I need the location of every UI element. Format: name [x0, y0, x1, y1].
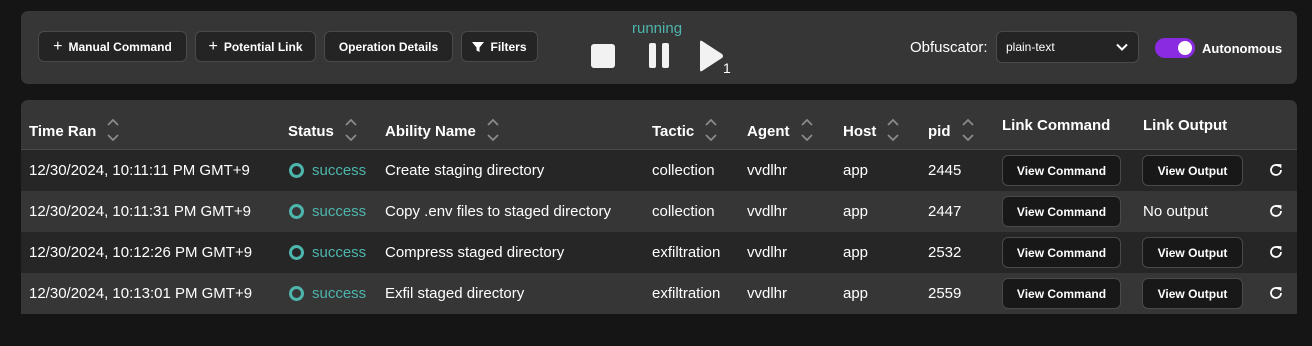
header-tactic[interactable]: Tactic — [652, 117, 718, 145]
tactic-cell: collection — [652, 203, 715, 220]
play-icon[interactable] — [698, 40, 724, 72]
agent-cell: vvdlhr — [747, 203, 788, 220]
view-output-button[interactable]: View Output — [1142, 237, 1243, 268]
tactic-cell: exfiltration — [652, 285, 721, 302]
autonomous-toggle[interactable] — [1155, 38, 1195, 58]
table-header: Time Ran Status Ability Name Tactic Agen… — [21, 100, 1297, 150]
rerun-icon[interactable] — [1268, 203, 1284, 219]
ability-cell: Compress staged directory — [385, 244, 565, 261]
ability-cell: Exfil staged directory — [385, 285, 525, 302]
header-status[interactable]: Status — [288, 117, 358, 145]
agent-cell: vvdlhr — [747, 244, 788, 261]
rerun-icon[interactable] — [1268, 285, 1284, 301]
potential-link-button[interactable]: + Potential Link — [195, 31, 316, 62]
sort-icon — [487, 118, 499, 142]
header-agent[interactable]: Agent — [747, 117, 814, 145]
view-command-button[interactable]: View Command — [1002, 278, 1121, 309]
header-ability-name[interactable]: Ability Name — [385, 117, 500, 145]
agent-cell: vvdlhr — [747, 285, 788, 302]
status-cell: success — [312, 285, 367, 302]
plus-icon: + — [53, 37, 63, 55]
time-cell: 12/30/2024, 10:13:01 PM GMT+9 — [29, 285, 253, 302]
autonomous-label: Autonomous — [1202, 41, 1283, 56]
operation-toolbar: + Manual Command + Potential Link Operat… — [21, 11, 1297, 84]
filters-button[interactable]: Filters — [461, 31, 538, 62]
plus-icon: + — [208, 37, 218, 55]
header-pid[interactable]: pid — [928, 117, 975, 145]
header-host[interactable]: Host — [843, 117, 900, 145]
stop-icon[interactable] — [591, 44, 615, 68]
status-cell: success — [312, 162, 367, 179]
ability-cell: Copy .env files to staged directory — [385, 203, 611, 220]
ability-cell: Create staging directory — [385, 162, 545, 179]
header-link-command: Link Command — [1002, 117, 1111, 134]
sort-icon — [705, 118, 717, 142]
status-circle-icon — [289, 204, 304, 219]
view-output-button[interactable]: View Output — [1142, 155, 1243, 186]
host-cell: app — [843, 162, 869, 179]
host-cell: app — [843, 244, 869, 261]
host-cell: app — [843, 203, 869, 220]
rerun-icon[interactable] — [1268, 162, 1284, 178]
status-circle-icon — [289, 286, 304, 301]
pid-cell: 2447 — [928, 203, 962, 220]
obfuscator-label: Obfuscator: — [910, 39, 988, 56]
sort-icon — [107, 118, 119, 142]
agent-cell: vvdlhr — [747, 162, 788, 179]
toggle-knob — [1178, 41, 1192, 55]
no-output-text: No output — [1143, 203, 1209, 220]
operation-details-button[interactable]: Operation Details — [324, 31, 453, 62]
play-count: 1 — [723, 60, 731, 76]
status-cell: success — [312, 203, 367, 220]
obfuscator-select[interactable]: plain-text — [996, 31, 1139, 63]
sort-icon — [887, 118, 899, 142]
tactic-cell: collection — [652, 162, 715, 179]
links-table: Time Ran Status Ability Name Tactic Agen… — [21, 100, 1297, 314]
status-cell: success — [312, 244, 367, 261]
time-cell: 12/30/2024, 10:11:11 PM GMT+9 — [29, 162, 250, 179]
pause-icon[interactable] — [649, 43, 669, 68]
filter-icon — [472, 41, 485, 52]
sort-icon — [800, 118, 813, 142]
header-time-ran[interactable]: Time Ran — [29, 117, 120, 145]
host-cell: app — [843, 285, 869, 302]
chevron-down-icon — [1116, 43, 1128, 51]
view-command-button[interactable]: View Command — [1002, 237, 1121, 268]
tactic-cell: exfiltration — [652, 244, 721, 261]
table-row: 12/30/2024, 10:11:11 PM GMT+9 success Cr… — [21, 150, 1297, 191]
time-cell: 12/30/2024, 10:11:31 PM GMT+9 — [29, 203, 251, 220]
view-output-button[interactable]: View Output — [1142, 278, 1243, 309]
header-link-output: Link Output — [1143, 117, 1228, 134]
pid-cell: 2559 — [928, 285, 962, 302]
table-row: 12/30/2024, 10:12:26 PM GMT+9 success Co… — [21, 232, 1297, 273]
status-circle-icon — [289, 245, 304, 260]
view-command-button[interactable]: View Command — [1002, 155, 1121, 186]
status-circle-icon — [289, 163, 304, 178]
view-command-button[interactable]: View Command — [1002, 196, 1121, 227]
sort-icon — [961, 118, 974, 142]
table-row: 12/30/2024, 10:13:01 PM GMT+9 success Ex… — [21, 273, 1297, 314]
manual-command-button[interactable]: + Manual Command — [38, 31, 187, 62]
rerun-icon[interactable] — [1268, 244, 1284, 260]
time-cell: 12/30/2024, 10:12:26 PM GMT+9 — [29, 244, 253, 261]
operation-state-label: running — [632, 20, 683, 37]
pid-cell: 2445 — [928, 162, 962, 179]
sort-icon — [345, 118, 357, 142]
table-row: 12/30/2024, 10:11:31 PM GMT+9 success Co… — [21, 191, 1297, 232]
pid-cell: 2532 — [928, 244, 962, 261]
